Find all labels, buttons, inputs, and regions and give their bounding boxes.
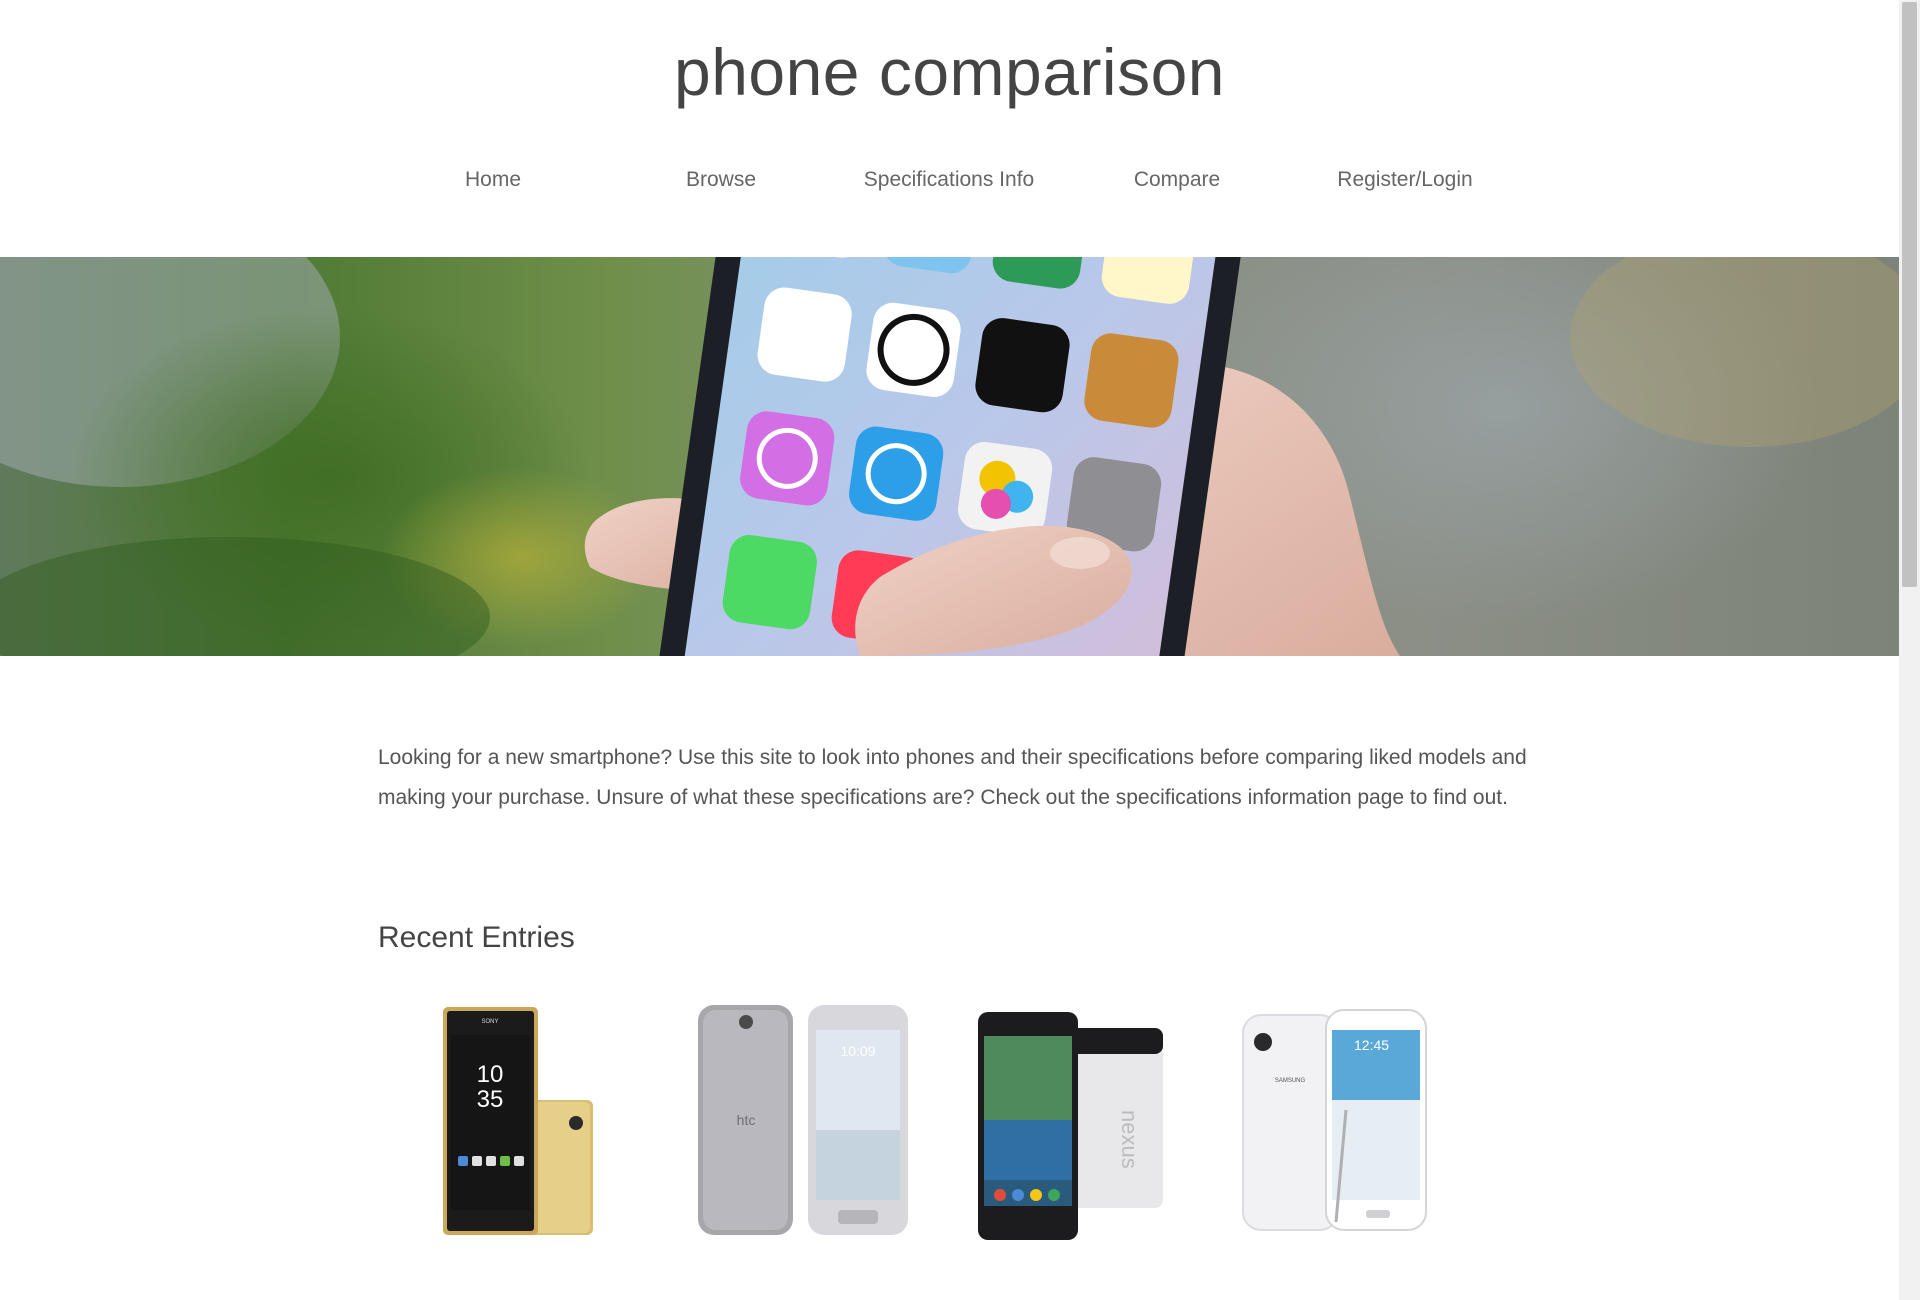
sony-brand-text: SONY (481, 1019, 498, 1025)
recent-entries-heading: Recent Entries (378, 921, 575, 954)
nexus-6p-picture: nexus (978, 1012, 1163, 1240)
scrollbar-thumb[interactable] (1902, 2, 1917, 587)
nav-browse[interactable]: Browse (607, 160, 835, 200)
site-title[interactable]: phone comparison (0, 32, 1899, 112)
recent-entry-nexus-6p[interactable]: nexus (948, 990, 1208, 1250)
vertical-scrollbar[interactable] (1899, 0, 1920, 1300)
nav-compare[interactable]: Compare (1063, 160, 1291, 200)
recent-entries-list: SONY 10 35 htc 10:09 nexus SAMSUNG 12:45 (378, 990, 1528, 1260)
hero-image (0, 257, 1899, 656)
main-column: phone comparison Home Browse Specificati… (0, 0, 1899, 1300)
sony-time-min: 35 (477, 1086, 504, 1113)
main-nav: Home Browse Specifications Info Compare … (379, 160, 1519, 200)
recent-entry-galaxy-note-5[interactable]: SAMSUNG 12:45 (1218, 990, 1478, 1250)
nav-specifications-info[interactable]: Specifications Info (835, 160, 1063, 200)
samsung-brand-text: SAMSUNG (1275, 1078, 1306, 1084)
recent-entry-htc-one-a9[interactable]: htc 10:09 (678, 990, 938, 1250)
nav-home[interactable]: Home (379, 160, 607, 200)
intro-text: Looking for a new smartphone? Use this s… (378, 746, 1527, 809)
nav-register-login[interactable]: Register/Login (1291, 160, 1519, 200)
htc-time: 10:09 (840, 1043, 875, 1059)
sony-time-hour: 10 (477, 1061, 504, 1088)
page: phone comparison Home Browse Specificati… (0, 0, 1920, 1300)
samsung-time: 12:45 (1354, 1037, 1389, 1053)
sony-xperia-z5-picture: SONY 10 35 (443, 1007, 593, 1235)
galaxy-note-5-picture: SAMSUNG 12:45 (1242, 1009, 1427, 1231)
nexus-brand-text: nexus (1117, 1110, 1142, 1169)
htc-brand-text: htc (737, 1112, 756, 1128)
htc-one-a9-picture: htc 10:09 (698, 1005, 908, 1235)
recent-entry-sony-xperia-z5[interactable]: SONY 10 35 (408, 990, 668, 1250)
hero-phone-in-hand-picture (0, 257, 1899, 656)
